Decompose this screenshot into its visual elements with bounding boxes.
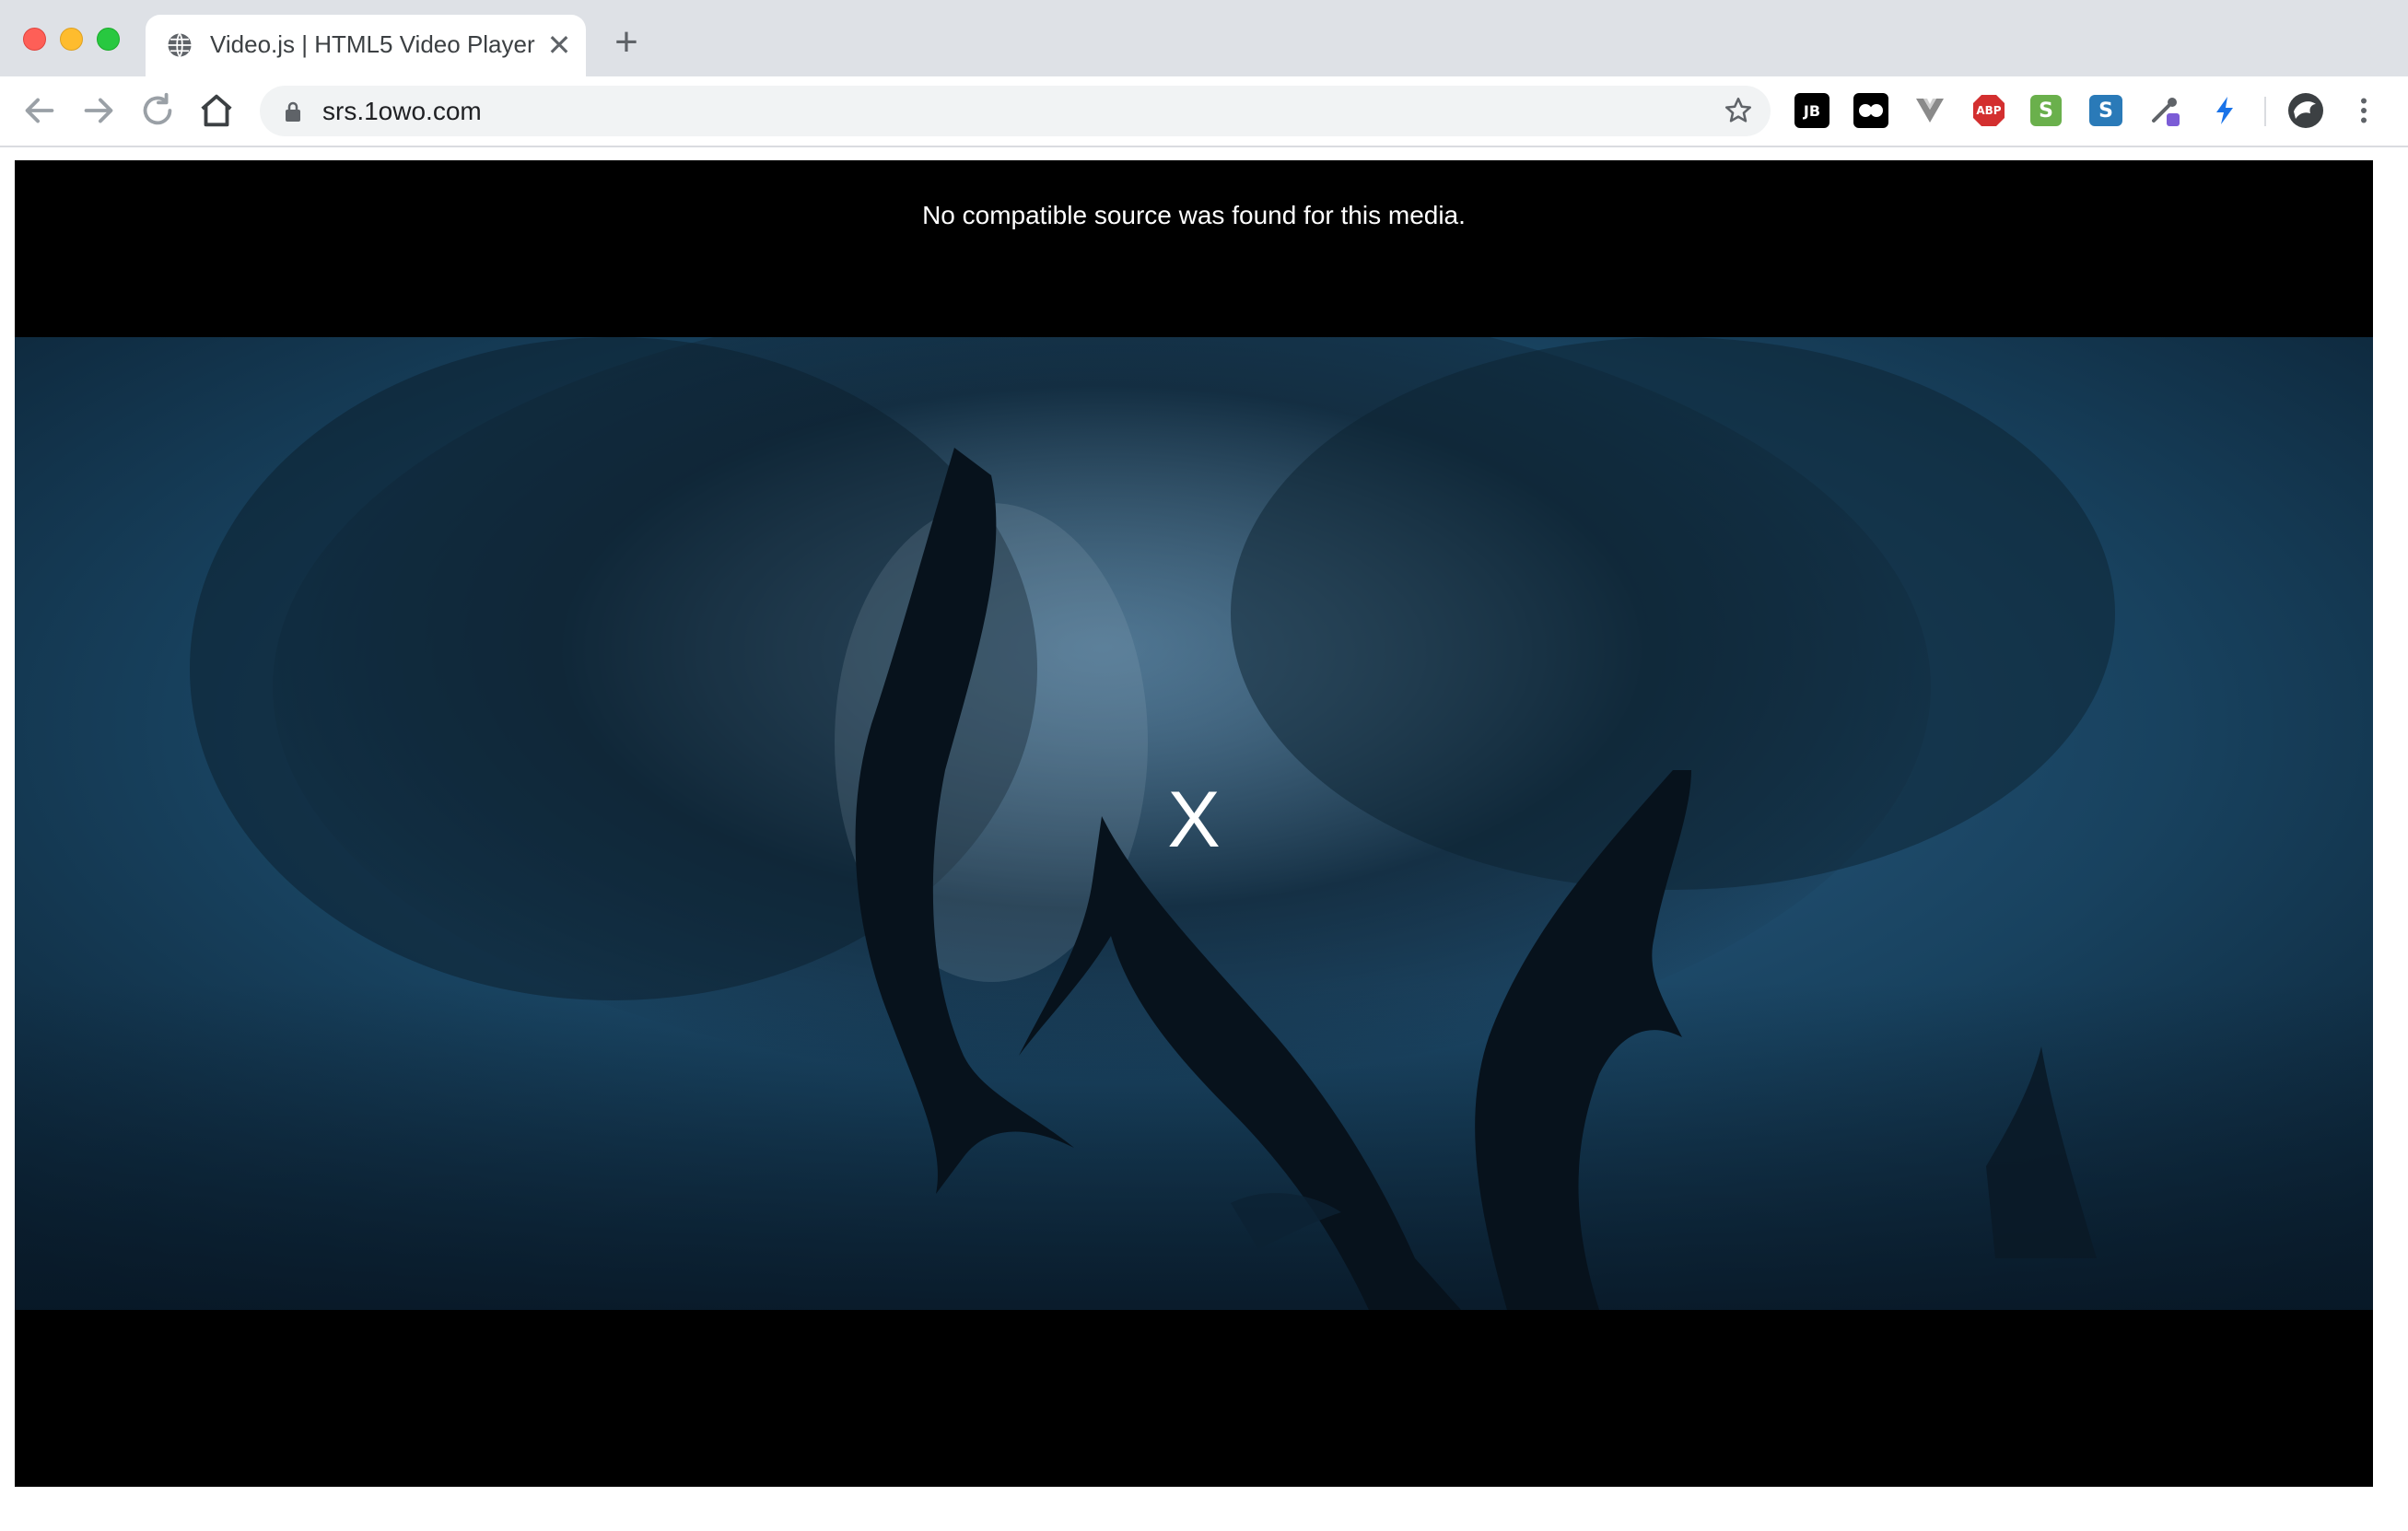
arrow-right-icon[interactable]	[77, 89, 120, 132]
browser-toolbar: srs.1owo.com JB ABP S S	[0, 76, 2408, 147]
error-x-icon[interactable]: X	[15, 774, 2373, 866]
kebab-menu-icon[interactable]	[2347, 89, 2380, 132]
video-player[interactable]: No compatible source was found for this …	[15, 160, 2373, 1487]
toolbar-divider	[2264, 97, 2266, 126]
lock-icon	[286, 101, 300, 122]
maximize-window-button[interactable]	[97, 28, 120, 51]
reload-icon[interactable]	[136, 89, 179, 132]
eyedropper-extension[interactable]	[2148, 93, 2183, 128]
lightning-extension[interactable]	[2207, 93, 2242, 128]
adblock-plus-extension[interactable]: ABP	[1971, 93, 2006, 128]
vue-icon	[1916, 99, 1944, 123]
error-message: No compatible source was found for this …	[922, 201, 1466, 229]
close-icon[interactable]: ✕	[544, 29, 575, 61]
tampermonkey-extension[interactable]	[1853, 93, 1888, 128]
arrow-left-icon[interactable]	[18, 89, 61, 132]
vue-devtools-extension[interactable]	[1912, 93, 1947, 128]
eyedropper-icon	[2152, 98, 2180, 126]
s-extension[interactable]: S	[2030, 95, 2062, 126]
avatar[interactable]	[2288, 93, 2323, 128]
lightning-icon	[2216, 97, 2233, 124]
tab-title: Video.js | HTML5 Video Player	[210, 30, 535, 58]
home-icon[interactable]	[195, 89, 238, 132]
page-content: No compatible source was found for this …	[0, 147, 2408, 1531]
s-blue-extension[interactable]: S	[2089, 95, 2122, 126]
minimize-window-button[interactable]	[60, 28, 83, 51]
jetbrains-extension[interactable]: JB	[1794, 93, 1829, 128]
close-window-button[interactable]	[23, 28, 46, 51]
profile-icon	[2289, 94, 2322, 127]
url-text: srs.1owo.com	[322, 97, 482, 125]
tab-strip: Video.js | HTML5 Video Player ✕ +	[0, 0, 2408, 76]
globe-icon	[168, 32, 192, 58]
browser-tab[interactable]: Video.js | HTML5 Video Player ✕	[146, 15, 586, 76]
address-bar[interactable]: srs.1owo.com	[260, 86, 1771, 136]
plus-icon[interactable]: +	[608, 22, 645, 63]
star-icon[interactable]	[1723, 95, 1754, 126]
tampermonkey-icon	[1859, 104, 1883, 117]
